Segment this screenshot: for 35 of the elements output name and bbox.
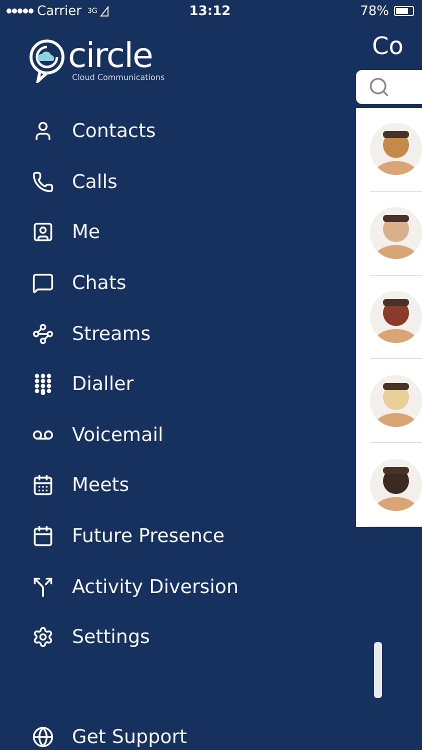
menu-item[interactable]: Dialler	[0, 358, 356, 410]
chat-bubble-icon	[32, 272, 54, 294]
calendar-icon	[32, 474, 54, 496]
carrier-name: Carrier	[37, 4, 82, 18]
cellular-icon	[100, 6, 110, 16]
menu-item[interactable]: Activity Diversion	[0, 561, 356, 612]
menu-item[interactable]: Contacts	[0, 106, 356, 157]
battery-icon	[394, 6, 414, 16]
settings-icon	[32, 626, 54, 648]
status-time: 13:12	[188, 4, 232, 18]
menu-item[interactable]: Voicemail	[0, 410, 356, 460]
menu-item[interactable]: Me	[0, 207, 356, 258]
menu-item[interactable]: Settings	[0, 612, 356, 663]
menu-item[interactable]: Chats	[0, 258, 356, 308]
profile-card-icon	[32, 221, 54, 244]
globe-icon	[32, 726, 54, 748]
logo-wordmark: circle	[68, 38, 152, 72]
phone-icon	[32, 170, 54, 193]
drawer-handle[interactable]	[374, 642, 382, 698]
dialpad-icon	[32, 373, 54, 396]
menu-item[interactable]: Calls	[0, 156, 356, 208]
nodes-icon	[32, 322, 54, 345]
support-item[interactable]: Get Support	[0, 724, 356, 750]
calendar-day-icon	[32, 525, 54, 548]
split-arrow-icon	[32, 576, 54, 598]
logo-icon	[28, 37, 66, 83]
menu-item[interactable]: Future Presence	[0, 510, 356, 562]
search-icon	[368, 76, 390, 98]
signal-icon	[6, 8, 34, 14]
screen-title: Co	[371, 31, 404, 62]
logo-tagline: Cloud Communications	[72, 72, 165, 82]
battery-percent: 78%	[360, 4, 389, 18]
menu-item[interactable]: Streams	[0, 308, 356, 359]
search-field[interactable]	[356, 70, 422, 104]
menu-item[interactable]: Meets	[0, 460, 356, 511]
